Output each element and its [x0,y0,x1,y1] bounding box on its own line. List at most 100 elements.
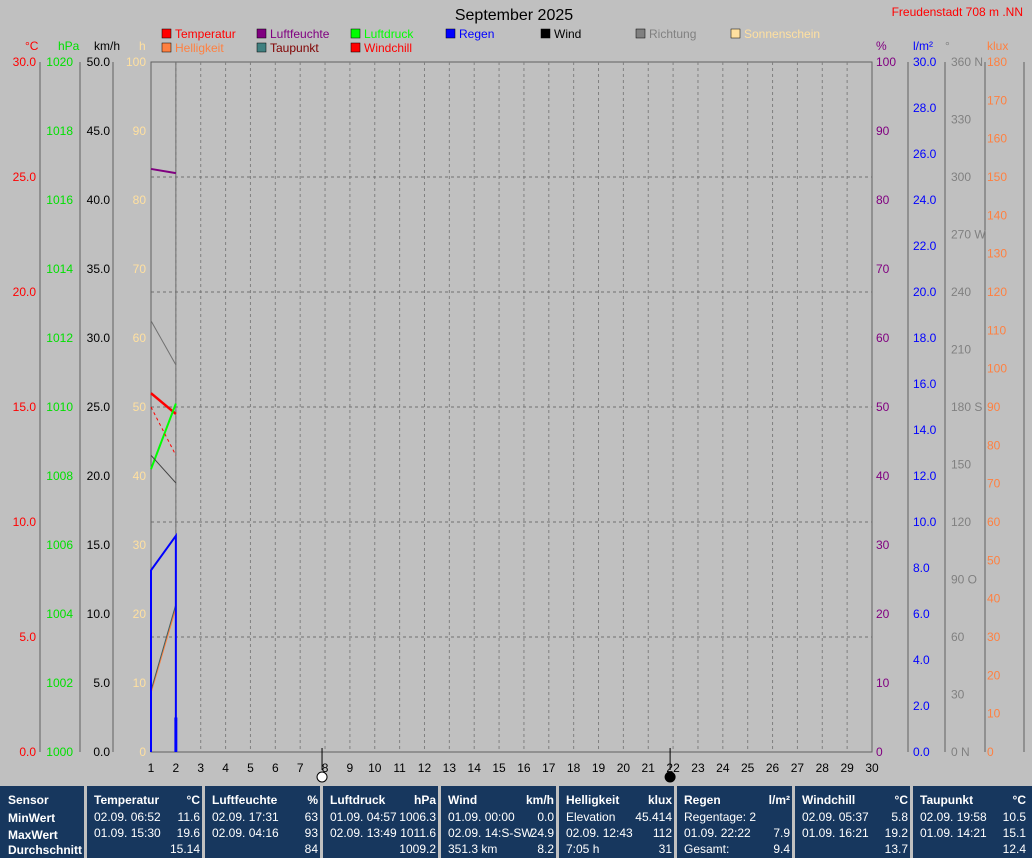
tick-label-hum: 80 [876,193,890,207]
stat-min-value: 5.8 [891,810,908,824]
x-tick-label: 25 [741,761,755,775]
column-separator [556,786,559,858]
tick-label-sun: 90 [133,124,147,138]
tick-label-lux: 70 [987,477,1001,491]
legend-swatch [161,28,172,39]
axis-unit-lux: klux [987,39,1008,53]
x-tick-label: 20 [617,761,631,775]
tick-label-rain: 20.0 [913,285,937,299]
tick-label-wind: 20.0 [87,469,111,483]
tick-label-lux: 30 [987,630,1001,644]
x-tick-label: 21 [642,761,656,775]
x-tick-label: 5 [247,761,254,775]
legend-label: Temperatur [175,27,236,41]
stat-avg-label: Gesamt: [684,842,730,856]
tick-label-lux: 90 [987,400,1001,414]
tick-label-rain: 24.0 [913,193,937,207]
legend-swatch [350,42,361,53]
tick-label-dir: 330 [951,113,971,127]
stat-header-name: Windchill [802,793,856,807]
x-tick-label: 12 [418,761,432,775]
stat-max-label: 02.09. 12:43 [566,826,633,840]
x-tick-label: 27 [791,761,805,775]
x-tick-label: 7 [297,761,304,775]
tick-label-press: 1008 [46,469,73,483]
legend-label: Helligkeit [175,41,224,55]
tick-label-rain: 14.0 [913,423,937,437]
stat-max-value: 15.1 [1002,826,1026,840]
x-tick-label: 17 [542,761,556,775]
x-tick-label: 2 [173,761,180,775]
tick-label-rain: 10.0 [913,515,937,529]
tick-label-sun: 40 [133,469,147,483]
column-separator [438,786,441,858]
x-tick-label: 6 [272,761,279,775]
stat-min-label: 02.09. 06:52 [94,810,161,824]
stat-column-wind: Wind km/h 01.09. 00:00 0.0 02.09. 14:S-SW 24.… [442,786,556,858]
tick-label-hum: 40 [876,469,890,483]
column-separator [84,786,87,858]
tick-label-sun: 50 [133,400,147,414]
axis-unit-dir: ° [945,39,950,53]
legend-label: Luftfeuchte [270,27,330,41]
tick-label-wind: 0.0 [93,745,110,759]
x-tick-label: 15 [492,761,506,775]
tick-label-press: 1000 [46,745,73,759]
axis-unit-rain: l/m² [913,39,933,53]
plot-area [150,61,873,753]
tick-label-press: 1004 [46,607,73,621]
x-tick-label: 23 [691,761,705,775]
x-tick-label: 26 [766,761,780,775]
stat-column-helligkeit: Helligkeit klux Elevation 45.414 02.09. 12:4… [560,786,674,858]
tick-label-lux: 50 [987,553,1001,567]
stat-max-label: 02.09. 04:16 [212,826,279,840]
x-tick-label: 10 [368,761,382,775]
stat-max-label: 01.09. 14:21 [920,826,987,840]
tick-label-dir: 90 O [951,573,977,587]
stat-max-value: 112 [652,826,672,840]
tick-label-lux: 100 [987,362,1007,376]
tick-label-rain: 8.0 [913,561,930,575]
stat-header-unit: % [307,793,318,807]
stat-header-unit: °C [894,793,908,807]
tick-label-wind: 25.0 [87,400,111,414]
stat-min-value: 1006.3 [399,810,436,824]
axis-unit-sun: h [139,39,146,53]
axis-unit-temp: °C [25,39,39,53]
stat-header-name: Helligkeit [566,793,620,807]
tick-label-sun: 10 [133,676,147,690]
legend-swatch [161,42,172,53]
tick-label-temp: 10.0 [13,515,37,529]
tick-label-temp: 15.0 [13,400,37,414]
tick-label-lux: 0 [987,745,994,759]
stat-header-unit: °C [1012,793,1026,807]
tick-label-temp: 20.0 [13,285,37,299]
stat-max-label: 02.09. 14:S-SW [448,826,533,840]
tick-label-dir: 300 [951,170,971,184]
tick-label-wind: 30.0 [87,331,111,345]
x-tick-label: 28 [816,761,830,775]
tick-label-lux: 20 [987,668,1001,682]
tick-label-hum: 50 [876,400,890,414]
tick-label-lux: 180 [987,55,1007,69]
weather-chart: September 2025 Freudenstadt 708 m .NN °C… [13,5,1025,783]
tick-label-hum: 70 [876,262,890,276]
stat-max-label: 01.09. 22:22 [684,826,751,840]
stat-avg-value: 15.14 [169,842,200,856]
stat-max-value: 24.9 [530,826,554,840]
legend-label: Sonnenschein [744,27,820,41]
tick-label-hum: 60 [876,331,890,345]
tick-label-temp: 25.0 [13,170,37,184]
tick-label-press: 1012 [46,331,73,345]
column-separator [320,786,323,858]
tick-label-sun: 0 [139,745,146,759]
tick-label-dir: 270 W [951,228,986,242]
tick-label-dir: 210 [951,343,971,357]
tick-label-dir: 30 [951,688,965,702]
tick-label-rain: 22.0 [913,239,937,253]
legend-swatch [445,28,456,39]
legend-label: Regen [459,27,494,41]
tick-label-hum: 30 [876,538,890,552]
column-separator [910,786,913,858]
tick-label-rain: 18.0 [913,331,937,345]
